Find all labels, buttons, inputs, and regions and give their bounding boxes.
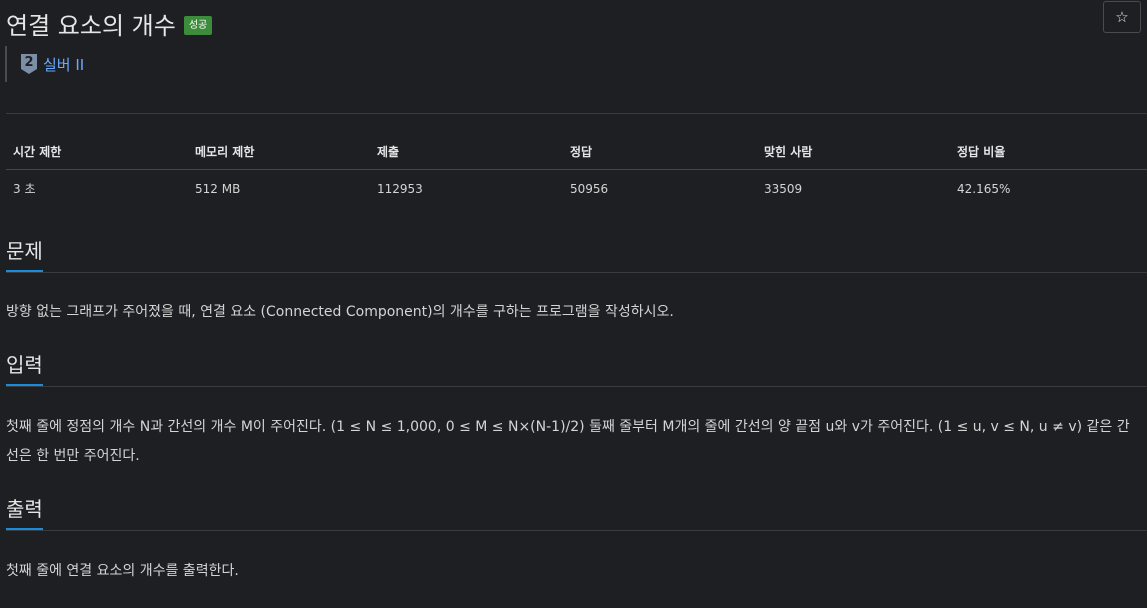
section-header: 입력 bbox=[6, 350, 1147, 387]
section-header: 문제 bbox=[6, 236, 1147, 273]
header-accepted: 정답 bbox=[563, 134, 757, 170]
header-time-limit: 시간 제한 bbox=[6, 134, 188, 170]
header-submissions: 제출 bbox=[370, 134, 563, 170]
header-solved-users: 맞힌 사람 bbox=[757, 134, 950, 170]
value-accept-ratio: 42.165% bbox=[957, 181, 1011, 196]
divider bbox=[6, 113, 1147, 114]
limits-table: 시간 제한 메모리 제한 제출 정답 맞힌 사람 정답 비율 3 초 512 M… bbox=[6, 134, 1147, 207]
limits-value-row: 3 초 512 MB 112953 50956 33509 42.165% bbox=[6, 170, 1147, 208]
value-solved-users: 33509 bbox=[764, 181, 803, 196]
status-badge: 성공 bbox=[183, 16, 213, 35]
section-title: 출력 bbox=[6, 494, 43, 530]
tier-number: 2 bbox=[24, 55, 34, 70]
tier-badge-icon: 2 bbox=[21, 54, 37, 74]
section-title: 문제 bbox=[6, 236, 43, 272]
problem-section: 문제 방향 없는 그래프가 주어졌을 때, 연결 요소 (Connected C… bbox=[6, 236, 1147, 327]
tier-row: 2 실버 II bbox=[5, 46, 84, 82]
limits-header-row: 시간 제한 메모리 제한 제출 정답 맞힌 사람 정답 비율 bbox=[6, 134, 1147, 170]
value-time-limit: 3 초 bbox=[13, 182, 36, 196]
output-section: 출력 첫째 줄에 연결 요소의 개수를 출력한다. bbox=[6, 494, 1147, 586]
input-description: 첫째 줄에 정점의 개수 N과 간선의 개수 M이 주어진다. (1 ≤ N ≤… bbox=[6, 419, 1130, 464]
problem-title: 연결 요소의 개수 bbox=[6, 12, 176, 40]
value-memory-limit: 512 MB bbox=[195, 181, 241, 196]
star-icon: ☆ bbox=[1115, 8, 1129, 26]
header-accept-ratio: 정답 비율 bbox=[950, 134, 1147, 170]
value-accepted: 50956 bbox=[570, 181, 609, 196]
favorite-button[interactable]: ☆ bbox=[1103, 1, 1141, 33]
header-memory-limit: 메모리 제한 bbox=[188, 134, 370, 170]
tier-link[interactable]: 실버 II bbox=[43, 54, 84, 75]
section-title: 입력 bbox=[6, 350, 43, 386]
problem-page: 연결 요소의 개수 성공 ☆ 2 실버 II 시간 제한 메모리 제한 제출 정… bbox=[0, 0, 1147, 608]
section-header: 출력 bbox=[6, 494, 1147, 531]
title-row: 연결 요소의 개수 성공 bbox=[6, 6, 213, 41]
problem-description: 방향 없는 그래프가 주어졌을 때, 연결 요소 (Connected Comp… bbox=[6, 304, 674, 320]
value-submissions: 112953 bbox=[377, 181, 423, 196]
input-section: 입력 첫째 줄에 정점의 개수 N과 간선의 개수 M이 주어진다. (1 ≤ … bbox=[6, 350, 1147, 471]
output-description: 첫째 줄에 연결 요소의 개수를 출력한다. bbox=[6, 563, 239, 579]
